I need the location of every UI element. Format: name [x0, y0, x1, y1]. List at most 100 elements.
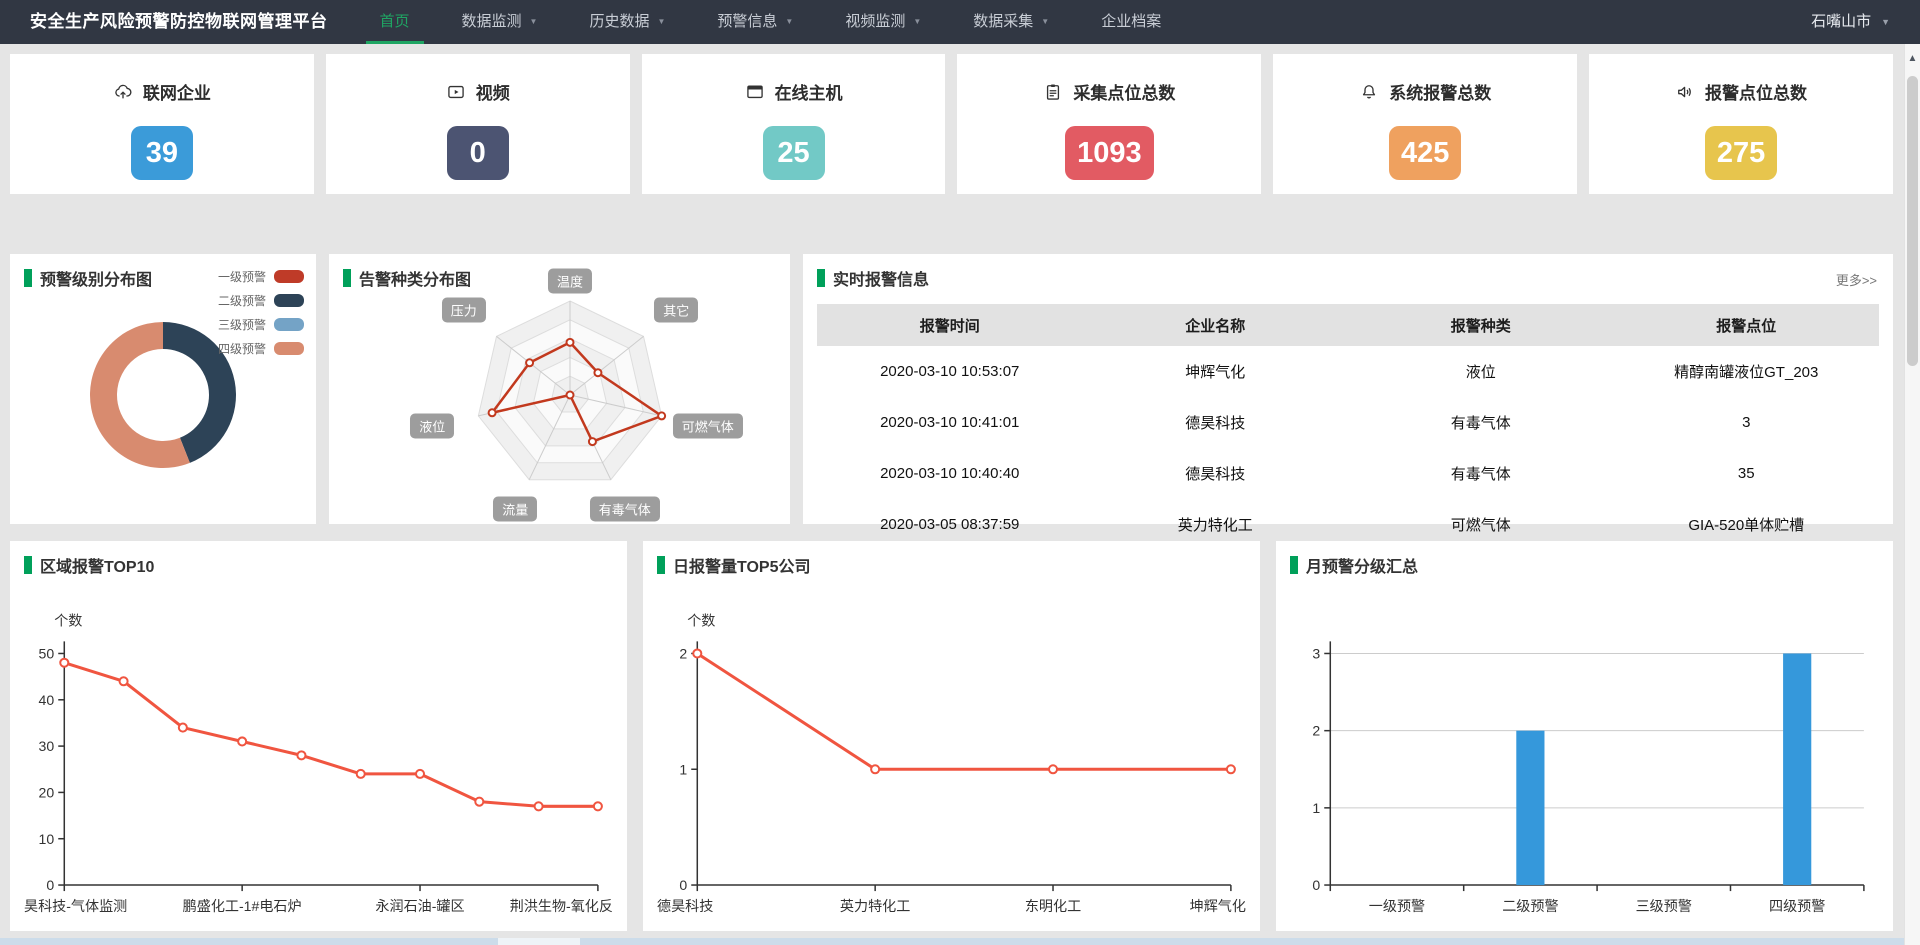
- middle-row: 预警级别分布图 一级预警二级预警三级预警四级预警 告警种类分布图 温度其它可燃气…: [10, 254, 1893, 524]
- more-link[interactable]: 更多>>: [1836, 270, 1877, 289]
- bar-四级预警: [1783, 653, 1811, 885]
- stat-card-title: 视频: [446, 79, 510, 104]
- scroll-up-icon[interactable]: ▲: [1905, 44, 1920, 64]
- stat-card-1: 视频0: [326, 54, 630, 194]
- nav-item-1[interactable]: 数据监测▼: [436, 0, 564, 44]
- nav-item-0[interactable]: 首页: [354, 0, 436, 44]
- svg-text:东明化工: 东明化工: [1025, 898, 1081, 914]
- svg-text:英力特化工: 英力特化工: [840, 898, 910, 914]
- nav-item-6[interactable]: 企业档案: [1075, 0, 1187, 44]
- radar-axis-label: 液位: [410, 414, 454, 439]
- svg-text:荆洪生物-氧化反: 荆洪生物-氧化反: [510, 898, 613, 914]
- region-selector[interactable]: 石嘴山市 ▼: [1811, 0, 1920, 44]
- table-cell: 2020-03-10 10:53:07: [817, 346, 1083, 397]
- svg-text:1: 1: [1312, 800, 1320, 816]
- stat-card-value: 425: [1389, 126, 1461, 180]
- vertical-scrollbar[interactable]: ▲: [1904, 44, 1920, 945]
- chevron-down-icon: ▼: [913, 0, 921, 44]
- svg-text:20: 20: [39, 784, 55, 800]
- svg-text:50: 50: [39, 646, 55, 662]
- stat-card-value: 39: [131, 126, 193, 180]
- panel-title: 区域报警TOP10: [24, 553, 613, 577]
- table-row[interactable]: 2020-03-10 10:40:40德昊科技有毒气体35: [817, 448, 1879, 499]
- nav-item-4[interactable]: 视频监测▼: [819, 0, 947, 44]
- table-cell: 德昊科技: [1083, 397, 1349, 448]
- panel-daily-top5: 日报警量TOP5公司 个数012德昊科技英力特化工东明化工坤辉气化: [643, 541, 1260, 931]
- stat-card-4: 系统报警总数 425: [1273, 54, 1577, 194]
- panel-title-text: 日报警量TOP5公司: [673, 553, 811, 577]
- radar-axis-label: 可燃气体: [673, 414, 743, 439]
- svg-text:10: 10: [39, 831, 55, 847]
- legend-item: 二级预警: [218, 292, 304, 309]
- legend-swatch: [274, 318, 304, 331]
- table-row[interactable]: 2020-03-10 10:53:07坤辉气化液位精醇南罐液位GT_203: [817, 346, 1879, 397]
- nav-item-label: 数据采集: [973, 0, 1033, 44]
- panel-title-marker: [1290, 556, 1298, 574]
- panel-title-marker: [24, 269, 32, 287]
- stat-card-label: 系统报警总数: [1389, 79, 1491, 104]
- nav-item-label: 视频监测: [845, 0, 905, 44]
- realtime-alarm-table: 报警时间企业名称报警种类报警点位 2020-03-10 10:53:07坤辉气化…: [817, 304, 1879, 550]
- alarm-table-head: 报警时间企业名称报警种类报警点位: [817, 304, 1879, 346]
- stat-card-title: 采集点位总数: [1043, 79, 1175, 104]
- chevron-down-icon: ▼: [1041, 0, 1049, 44]
- svg-text:30: 30: [39, 738, 55, 754]
- stat-card-title: 联网企业: [113, 79, 211, 104]
- stat-card-5: 报警点位总数 275: [1589, 54, 1893, 194]
- table-cell: 2020-03-10 10:40:40: [817, 448, 1083, 499]
- bell-icon: [1359, 82, 1379, 102]
- table-cell: 有毒气体: [1348, 397, 1614, 448]
- svg-text:0: 0: [679, 877, 687, 893]
- panel-region-top10: 区域报警TOP10 个数01020304050昊科技-气体监测鹏盛化工-1#电石…: [10, 541, 627, 931]
- app-title: 安全生产风险预警防控物联网管理平台: [0, 0, 328, 44]
- alarm-col-header: 报警点位: [1614, 304, 1880, 346]
- alarm-type-radar-chart: 温度其它可燃气体有毒气体流量液位压力: [343, 266, 776, 518]
- nav-item-2[interactable]: 历史数据▼: [563, 0, 691, 44]
- panel-warn-level-pie: 预警级别分布图 一级预警二级预警三级预警四级预警: [10, 254, 316, 524]
- panel-title-text: 实时报警信息: [833, 266, 929, 290]
- legend-label: 一级预警: [218, 268, 266, 285]
- panel-alarm-type-radar: 告警种类分布图 温度其它可燃气体有毒气体流量液位压力: [329, 254, 790, 524]
- region-top10-line-chart: 个数01020304050昊科技-气体监测鹏盛化工-1#电石炉永润石油-罐区荆洪…: [24, 583, 613, 930]
- svg-text:四级预警: 四级预警: [1769, 898, 1825, 914]
- alarm-col-header: 报警种类: [1348, 304, 1614, 346]
- nav-item-3[interactable]: 预警信息▼: [691, 0, 819, 44]
- active-tab-underline: [366, 41, 424, 44]
- radar-axis-label: 温度: [548, 269, 592, 294]
- stat-cards-row: 联网企业39视频0在线主机25采集点位总数1093系统报警总数425报警点位总数…: [10, 54, 1893, 194]
- footer-notch: [498, 938, 580, 945]
- panel-title-text: 区域报警TOP10: [40, 553, 154, 577]
- stat-card-label: 报警点位总数: [1705, 79, 1807, 104]
- table-cell: 2020-03-10 10:41:01: [817, 397, 1083, 448]
- monitor-icon: [745, 82, 765, 102]
- svg-text:40: 40: [39, 692, 55, 708]
- video-play-icon: [446, 82, 466, 102]
- radar-axis-label: 压力: [442, 298, 486, 323]
- stat-card-label: 视频: [476, 79, 510, 104]
- scrollbar-thumb[interactable]: [1907, 76, 1918, 366]
- panel-title-text: 预警级别分布图: [40, 266, 152, 290]
- clipboard-icon: [1043, 82, 1063, 102]
- table-cell: 德昊科技: [1083, 448, 1349, 499]
- legend-swatch: [274, 342, 304, 355]
- alarm-col-header: 报警时间: [817, 304, 1083, 346]
- cloud-upload-icon: [113, 82, 133, 102]
- nav-item-5[interactable]: 数据采集▼: [947, 0, 1075, 44]
- footer-strip: [0, 938, 1904, 945]
- stat-card-value: 275: [1705, 126, 1777, 180]
- top-navbar: 安全生产风险预警防控物联网管理平台 首页数据监测▼历史数据▼预警信息▼视频监测▼…: [0, 0, 1920, 44]
- pie-legend: 一级预警二级预警三级预警四级预警: [218, 268, 304, 364]
- alarm-col-header: 企业名称: [1083, 304, 1349, 346]
- table-cell: 35: [1614, 448, 1880, 499]
- svg-text:个数: 个数: [54, 612, 82, 628]
- table-cell: 有毒气体: [1348, 448, 1614, 499]
- legend-label: 三级预警: [218, 316, 266, 333]
- stat-card-2: 在线主机25: [642, 54, 946, 194]
- bottom-row: 区域报警TOP10 个数01020304050昊科技-气体监测鹏盛化工-1#电石…: [10, 541, 1893, 931]
- table-cell: 液位: [1348, 346, 1614, 397]
- svg-text:永润石油-罐区: 永润石油-罐区: [375, 898, 464, 914]
- nav-items: 首页数据监测▼历史数据▼预警信息▼视频监测▼数据采集▼企业档案: [354, 0, 1188, 44]
- table-row[interactable]: 2020-03-10 10:41:01德昊科技有毒气体3: [817, 397, 1879, 448]
- panel-title-marker: [657, 556, 665, 574]
- table-cell: 3: [1614, 397, 1880, 448]
